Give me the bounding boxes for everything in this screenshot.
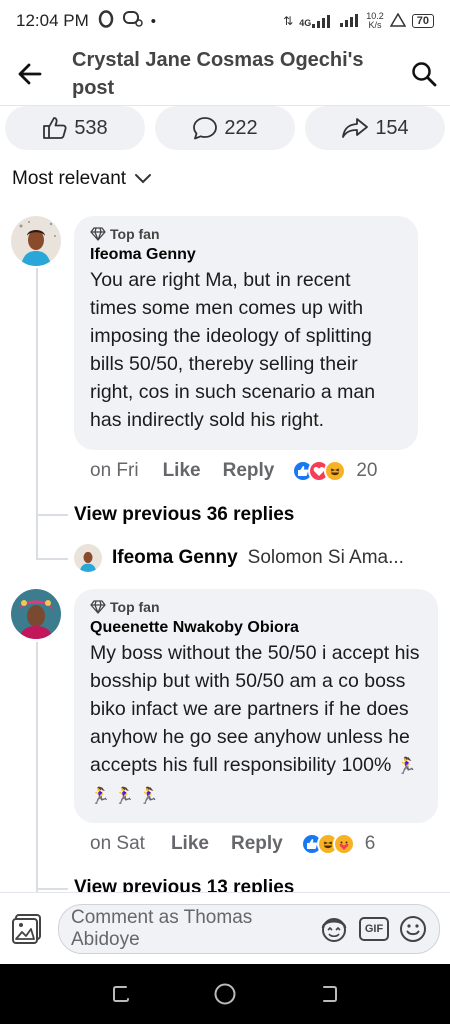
care-reaction-icon	[332, 833, 355, 855]
reaction-summary[interactable]	[292, 460, 347, 482]
view-previous-replies-button[interactable]: View previous 36 replies	[74, 504, 294, 526]
top-fan-label: Top fan	[110, 599, 160, 615]
comment-timestamp[interactable]: on Sat	[90, 833, 145, 855]
comment-text: My boss without the 50/50 i accept his b…	[90, 639, 422, 811]
haha-reaction-icon	[324, 460, 347, 482]
network-speed-unit: K/s	[368, 20, 382, 30]
search-icon	[412, 61, 437, 86]
reaction-summary[interactable]	[300, 833, 355, 855]
back-arrow-icon	[18, 63, 42, 84]
comment-bubble[interactable]: Top fan Ifeoma Genny You are right Ma, b…	[74, 216, 418, 450]
share-arrow-icon	[342, 118, 369, 138]
system-nav-bar	[0, 964, 450, 1024]
signal-4g-icon: 4G	[299, 14, 334, 28]
comment-author[interactable]: Ifeoma Genny	[90, 246, 402, 264]
comment-author[interactable]: Queenette Nwakoby Obiora	[90, 619, 422, 637]
comment-text: You are right Ma, but in recent times so…	[90, 269, 376, 431]
sort-dropdown[interactable]: Most relevant	[12, 168, 152, 190]
home-circle-icon	[214, 983, 236, 1005]
avatar[interactable]	[74, 544, 102, 572]
back-nav-icon	[323, 986, 337, 1002]
diamond-icon	[90, 227, 106, 241]
thumbs-up-icon	[43, 117, 67, 139]
home-button[interactable]	[213, 982, 237, 1006]
network-speed: 10.2 K/s	[366, 12, 384, 30]
avatar-sticker-icon	[321, 917, 347, 942]
like-count: 538	[74, 116, 108, 139]
reply-text: Solomon Si Ama...	[247, 547, 404, 568]
gif-label: GIF	[364, 922, 384, 935]
comment-composer: Comment as Thomas Abidoye GIF	[0, 892, 450, 964]
top-fan-label: Top fan	[110, 226, 160, 242]
top-fan-badge: Top fan	[90, 599, 422, 615]
comment-text-body: My boss without the 50/50 i accept his b…	[90, 642, 420, 776]
network-type-label: 4G	[299, 18, 312, 28]
recent-apps-button[interactable]	[111, 984, 131, 1004]
share-count-button[interactable]: 154	[305, 106, 445, 150]
comment-actions: on Sat Like Reply 6	[90, 833, 375, 855]
top-fan-badge: Top fan	[90, 226, 402, 242]
post-stats-row: 538 222 154	[0, 106, 450, 152]
composer-tools: GIF	[319, 914, 427, 944]
emoji-button[interactable]	[399, 915, 427, 943]
status-indicators: ⇅ 4G 10.2 K/s 70	[283, 12, 434, 30]
thread-connector	[36, 514, 68, 516]
comment-timestamp[interactable]: on Fri	[90, 460, 139, 482]
share-count: 154	[375, 116, 409, 139]
back-nav-button[interactable]	[319, 984, 339, 1004]
avatar[interactable]	[11, 589, 61, 639]
comment-count-button[interactable]: 222	[155, 106, 295, 150]
smiley-icon	[400, 915, 426, 942]
avatar-sticker-button[interactable]	[319, 914, 349, 944]
opera-icon	[97, 10, 115, 32]
battery-icon: 70	[411, 14, 434, 28]
comment-input[interactable]: Comment as Thomas Abidoye GIF	[58, 903, 440, 954]
signal-icon	[340, 13, 360, 30]
comment-input-placeholder: Comment as Thomas Abidoye	[71, 906, 253, 950]
dot-icon: •	[150, 12, 157, 30]
warning-icon	[389, 12, 407, 30]
page-title: Crystal Jane Cosmas Ogechi's post	[72, 48, 364, 99]
recent-apps-icon	[113, 986, 129, 1002]
thread-connector	[36, 558, 68, 560]
like-count-button[interactable]: 538	[5, 106, 145, 150]
comment-count: 222	[224, 116, 258, 139]
like-button[interactable]: Like	[171, 833, 209, 855]
reply-author[interactable]: Ifeoma Genny	[112, 547, 238, 569]
like-button[interactable]: Like	[163, 460, 201, 482]
reply-preview[interactable]: Ifeoma Genny Solomon Si Ama...	[74, 544, 404, 572]
status-time: 12:04 PM	[16, 11, 89, 30]
diamond-icon	[90, 600, 106, 614]
status-bar: 12:04 PM • ⇅ 4G 10.2 K/s 70	[0, 0, 450, 42]
photo-picker-button[interactable]	[10, 913, 44, 945]
comment-actions: on Fri Like Reply 20	[90, 460, 378, 482]
gif-button[interactable]: GIF	[359, 916, 389, 941]
reply-button[interactable]: Reply	[223, 460, 275, 482]
chevron-down-icon	[135, 174, 152, 184]
thread-connector	[36, 888, 68, 890]
search-button[interactable]	[398, 42, 450, 106]
comment-bubble[interactable]: Top fan Queenette Nwakoby Obiora My boss…	[74, 589, 438, 823]
reaction-count: 20	[356, 460, 378, 481]
comment-bubble-icon	[193, 117, 218, 140]
post-header: Crystal Jane Cosmas Ogechi's post	[0, 42, 450, 106]
chat-app-icon	[122, 10, 143, 32]
thread-connector	[36, 642, 38, 892]
avatar[interactable]	[11, 216, 61, 266]
back-button[interactable]	[0, 42, 60, 106]
sort-label: Most relevant	[12, 168, 127, 189]
image-icon	[12, 913, 41, 944]
reply-button[interactable]: Reply	[231, 833, 283, 855]
reaction-count: 6	[364, 833, 376, 854]
data-transfer-icon: ⇅	[283, 14, 294, 28]
